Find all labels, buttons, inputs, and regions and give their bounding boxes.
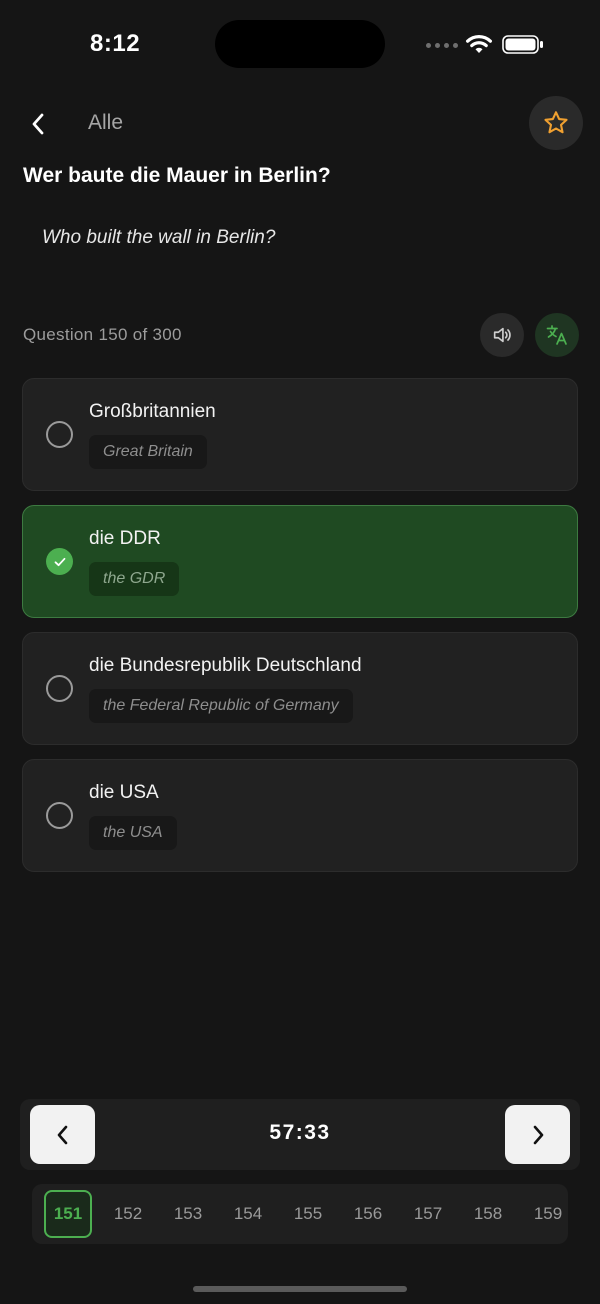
radio-button[interactable] <box>46 802 73 829</box>
question-counter: Question 150 of 300 <box>23 325 182 344</box>
home-indicator <box>193 1286 407 1292</box>
page-item-152[interactable]: 152 <box>104 1190 152 1238</box>
answer-text: die USA <box>89 782 159 803</box>
page-item-157[interactable]: 157 <box>404 1190 452 1238</box>
answer-option-3[interactable]: die Bundesrepublik Deutschland the Feder… <box>22 632 578 745</box>
radio-button[interactable] <box>46 675 73 702</box>
answer-translation: the Federal Republic of Germany <box>89 689 353 723</box>
back-chevron-icon <box>32 113 44 135</box>
dynamic-island <box>215 20 385 68</box>
check-icon <box>54 557 65 566</box>
page-item-151[interactable]: 151 <box>44 1190 92 1238</box>
answer-translation: the USA <box>89 816 177 850</box>
answer-text: die Bundesrepublik Deutschland <box>89 655 362 676</box>
translate-icon <box>546 325 567 345</box>
battery-icon <box>502 35 543 54</box>
answer-translation: the GDR <box>89 562 180 596</box>
answer-translation: Great Britain <box>89 435 207 469</box>
page-item-153[interactable]: 153 <box>164 1190 212 1238</box>
answer-option-1[interactable]: Großbritannien Great Britain <box>22 378 578 491</box>
page-item-158[interactable]: 158 <box>464 1190 512 1238</box>
question-navigation-bar: 57:33 <box>20 1099 580 1170</box>
audio-button[interactable] <box>480 313 524 357</box>
page-item-156[interactable]: 156 <box>344 1190 392 1238</box>
page-item-154[interactable]: 154 <box>224 1190 272 1238</box>
answer-option-2[interactable]: die DDR the GDR <box>22 505 578 618</box>
radio-button[interactable] <box>46 421 73 448</box>
back-label[interactable]: Alle <box>88 111 123 135</box>
page-item-155[interactable]: 155 <box>284 1190 332 1238</box>
page-item-159[interactable]: 159 <box>524 1190 568 1238</box>
answer-text: Großbritannien <box>89 401 216 422</box>
translate-button[interactable] <box>535 313 579 357</box>
radio-button-checked[interactable] <box>46 548 73 575</box>
next-question-button[interactable] <box>505 1105 570 1164</box>
wifi-icon <box>466 35 492 53</box>
question-pager[interactable]: 151 152 153 154 155 156 157 158 159 <box>32 1184 568 1244</box>
status-time: 8:12 <box>90 30 141 57</box>
star-icon <box>544 111 568 134</box>
answer-text: die DDR <box>89 528 161 549</box>
back-button[interactable] <box>18 104 58 144</box>
speaker-icon <box>493 327 511 343</box>
question-translation: Who built the wall in Berlin? <box>42 227 276 248</box>
question-text: Wer baute die Mauer in Berlin? <box>23 164 331 187</box>
answer-option-4[interactable]: die USA the USA <box>22 759 578 872</box>
cellular-signal-icon <box>426 43 458 48</box>
favorite-button[interactable] <box>529 96 583 150</box>
exam-timer: 57:33 <box>269 1121 331 1144</box>
chevron-right-icon <box>533 1125 543 1144</box>
